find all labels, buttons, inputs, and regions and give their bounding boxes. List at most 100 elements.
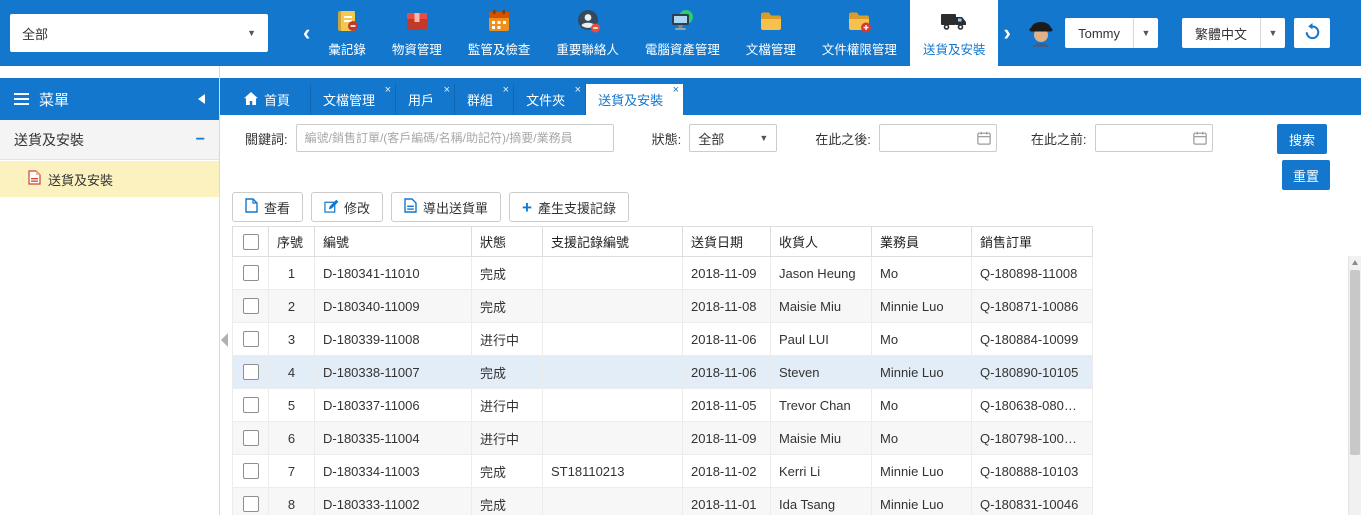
nav-item-contacts[interactable]: 重要聯絡人	[543, 0, 632, 66]
row-checkbox[interactable]	[243, 331, 259, 347]
nav-item-computer-assets[interactable]: 電腦資產管理	[632, 0, 733, 66]
scope-dropdown[interactable]: 全部 ▼	[10, 14, 268, 52]
grid-toolbar: 查看 修改 導出送貨單 + 產生支援記錄	[232, 192, 629, 222]
nav-item-materials[interactable]: 物資管理	[379, 0, 455, 66]
close-icon[interactable]: ×	[575, 85, 581, 96]
row-checkbox[interactable]	[243, 463, 259, 479]
tab-label: 首頁	[264, 90, 290, 109]
row-checkbox[interactable]	[243, 298, 259, 314]
cell-seq: 6	[269, 422, 315, 455]
tab-delivery[interactable]: 送貨及安裝 ×	[586, 84, 683, 115]
table-row[interactable]: 1 D-180341-11010 完成 2018-11-09 Jason Heu…	[233, 257, 1093, 290]
sidebar-section-title: 送貨及安裝	[14, 130, 84, 150]
status-dropdown-value: 全部	[698, 129, 724, 148]
cell-sales-order: Q-180871-10086	[972, 290, 1093, 323]
user-name: Tommy	[1065, 26, 1133, 41]
edit-pencil-icon	[324, 199, 338, 216]
cell-code: D-180333-11002	[315, 488, 472, 515]
tab-documents[interactable]: 文檔管理 ×	[311, 84, 396, 115]
export-delivery-note-button[interactable]: 導出送貨單	[391, 192, 501, 222]
computer-assets-icon	[669, 8, 695, 37]
pdf-doc-icon	[28, 170, 41, 188]
table-row[interactable]: 2 D-180340-11009 完成 2018-11-08 Maisie Mi…	[233, 290, 1093, 323]
select-all-checkbox[interactable]	[243, 234, 259, 250]
table-row[interactable]: 5 D-180337-11006 进行中 2018-11-05 Trevor C…	[233, 389, 1093, 422]
tab-home[interactable]: 首頁	[232, 84, 311, 115]
row-checkbox[interactable]	[243, 397, 259, 413]
refresh-button[interactable]	[1294, 18, 1330, 48]
chevron-down-icon[interactable]: ▼	[1133, 18, 1158, 48]
reset-button[interactable]: 重置	[1282, 160, 1330, 190]
menu-icon[interactable]	[14, 93, 29, 105]
cell-seq: 8	[269, 488, 315, 515]
search-button[interactable]: 搜索	[1277, 124, 1327, 154]
tab-folders[interactable]: 文件夾 ×	[514, 84, 586, 115]
status-dropdown[interactable]: 全部 ▼	[689, 124, 777, 152]
nav-scroll-left-icon[interactable]: ‹	[298, 22, 315, 44]
user-menu-button[interactable]: Tommy ▼	[1065, 18, 1158, 48]
nav-item-label: 電腦資產管理	[645, 39, 720, 58]
table-row[interactable]: 6 D-180335-11004 进行中 2018-11-09 Maisie M…	[233, 422, 1093, 455]
nav-item-documents[interactable]: 文檔管理	[733, 0, 809, 66]
col-receiver: 收貨人	[771, 227, 872, 257]
main-area: 首頁 文檔管理 × 用戶 × 群組 × 文件夾 × 送貨及安裝 ×	[220, 66, 1361, 515]
sidebar-menu-title: 菜單	[39, 89, 198, 110]
close-icon[interactable]: ×	[673, 85, 679, 96]
tab-users[interactable]: 用戶 ×	[396, 84, 455, 115]
table-row[interactable]: 3 D-180339-11008 进行中 2018-11-06 Paul LUI…	[233, 323, 1093, 356]
sidebar-section-delivery[interactable]: 送貨及安裝 −	[0, 120, 219, 160]
col-order: 銷售訂單	[972, 227, 1093, 257]
table-row[interactable]: 7 D-180334-11003 完成 ST18110213 2018-11-0…	[233, 455, 1093, 488]
close-icon[interactable]: ×	[444, 85, 450, 96]
language-button[interactable]: 繁體中文 ▼	[1182, 18, 1285, 48]
row-checkbox[interactable]	[243, 265, 259, 281]
home-icon	[244, 92, 258, 108]
cell-receiver: Maisie Miu	[771, 422, 872, 455]
close-icon[interactable]: ×	[385, 85, 391, 96]
sidebar-resize-handle[interactable]	[221, 333, 228, 347]
cell-sales-order: Q-180884-10099	[972, 323, 1093, 356]
row-checkbox[interactable]	[243, 496, 259, 512]
status-label: 狀態:	[652, 129, 682, 148]
cell-support-record	[543, 290, 683, 323]
cell-support-record	[543, 422, 683, 455]
nav-item-delivery[interactable]: 送貨及安裝	[910, 0, 999, 66]
refresh-icon	[1304, 23, 1321, 43]
tab-groups[interactable]: 群組 ×	[455, 84, 514, 115]
user-avatar-icon	[1024, 16, 1058, 50]
nav-item-records[interactable]: 彙記錄	[315, 0, 379, 66]
sidebar-item-delivery[interactable]: 送貨及安裝	[0, 161, 219, 197]
create-support-record-button[interactable]: + 產生支援記錄	[509, 192, 629, 222]
calendar-icon[interactable]	[1193, 131, 1207, 145]
nav-item-permissions[interactable]: 文件權限管理	[809, 0, 910, 66]
scrollbar-thumb[interactable]	[1350, 270, 1360, 455]
edit-button[interactable]: 修改	[311, 192, 383, 222]
cell-receiver: Kerri Li	[771, 455, 872, 488]
scroll-up-icon[interactable]	[1352, 260, 1358, 265]
nav-item-inspection[interactable]: 監管及檢查	[455, 0, 544, 66]
calendar-icon[interactable]	[977, 131, 991, 145]
topbar: 全部 ▼ ‹ 彙記錄 物資管理 監管及檢查 重要聯絡人	[0, 0, 1361, 66]
keyword-input[interactable]	[296, 124, 614, 152]
row-checkbox[interactable]	[243, 430, 259, 446]
view-doc-icon	[245, 198, 258, 216]
sidebar-collapse-icon[interactable]	[198, 94, 205, 104]
table-row[interactable]: 4 D-180338-11007 完成 2018-11-06 Steven Mi…	[233, 356, 1093, 389]
collapse-section-icon[interactable]: −	[196, 131, 205, 149]
cell-seq: 4	[269, 356, 315, 389]
sidebar: 菜單 送貨及安裝 − 送貨及安裝	[0, 66, 220, 515]
documents-icon	[758, 8, 784, 37]
cell-support-record	[543, 356, 683, 389]
vertical-scrollbar[interactable]	[1348, 256, 1361, 515]
scope-dropdown-value: 全部	[22, 24, 48, 43]
close-icon[interactable]: ×	[503, 85, 509, 96]
chevron-down-icon[interactable]: ▼	[1260, 18, 1285, 48]
export-pdf-icon	[404, 198, 417, 216]
cell-support-record	[543, 257, 683, 290]
nav-scroll-right-icon[interactable]: ›	[998, 22, 1015, 44]
view-button[interactable]: 查看	[232, 192, 303, 222]
table-row[interactable]: 8 D-180333-11002 完成 2018-11-01 Ida Tsang…	[233, 488, 1093, 515]
row-checkbox[interactable]	[243, 364, 259, 380]
cell-seq: 3	[269, 323, 315, 356]
contacts-icon	[575, 8, 601, 37]
